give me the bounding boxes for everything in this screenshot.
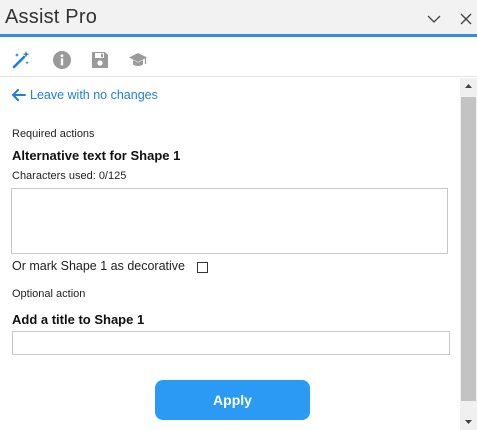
info-icon[interactable] bbox=[52, 50, 72, 70]
alt-text-field[interactable] bbox=[11, 188, 448, 254]
alt-text-heading: Alternative text for Shape 1 bbox=[12, 148, 181, 163]
content-panel: Leave with no changes Required actions A… bbox=[0, 78, 460, 430]
arrow-left-icon bbox=[12, 89, 26, 101]
wand-icon[interactable] bbox=[11, 50, 31, 70]
characters-used-counter: Characters used: 0/125 bbox=[12, 170, 127, 182]
title-bar: Assist Pro bbox=[0, 0, 477, 37]
close-icon[interactable] bbox=[458, 11, 474, 27]
decorative-checkbox[interactable] bbox=[197, 262, 208, 273]
leave-without-changes-link[interactable]: Leave with no changes bbox=[12, 88, 158, 102]
save-icon[interactable] bbox=[90, 50, 110, 70]
scroll-down-arrow-icon[interactable] bbox=[460, 413, 477, 430]
required-actions-label: Required actions bbox=[12, 128, 95, 140]
assist-pro-pane: Assist Pro Leave with no changes Require… bbox=[0, 0, 477, 430]
apply-button[interactable]: Apply bbox=[155, 380, 310, 420]
scroll-up-arrow-icon[interactable] bbox=[460, 78, 477, 95]
title-heading: Add a title to Shape 1 bbox=[12, 312, 145, 327]
optional-action-label: Optional action bbox=[12, 288, 86, 300]
title-field[interactable] bbox=[12, 331, 450, 355]
decorative-label: Or mark Shape 1 as decorative bbox=[12, 259, 185, 273]
scrollbar-thumb[interactable] bbox=[461, 97, 476, 401]
graduation-cap-icon[interactable] bbox=[128, 50, 148, 70]
decorative-row: Or mark Shape 1 as decorative bbox=[12, 259, 208, 273]
back-link-label: Leave with no changes bbox=[30, 88, 158, 102]
vertical-scrollbar[interactable] bbox=[460, 78, 477, 430]
toolbar bbox=[0, 40, 477, 77]
chevron-down-icon[interactable] bbox=[426, 11, 442, 27]
pane-title: Assist Pro bbox=[5, 6, 98, 28]
